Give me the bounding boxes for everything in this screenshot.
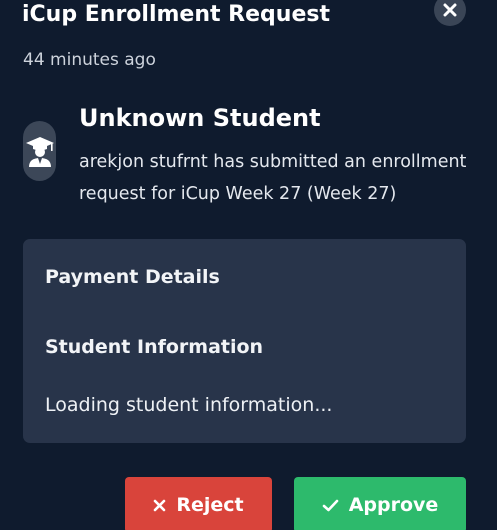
checkmark-icon xyxy=(322,499,339,512)
approve-button[interactable]: Approve xyxy=(294,477,466,530)
student-information-heading: Student Information xyxy=(45,336,264,358)
request-message: arekjon stufrnt has submitted an enrollm… xyxy=(79,152,467,204)
dialog-title: iCup Enrollment Request xyxy=(22,2,330,27)
avatar xyxy=(23,121,56,181)
close-button[interactable] xyxy=(434,0,466,26)
reject-label: Reject xyxy=(176,494,244,516)
timestamp: 44 minutes ago xyxy=(23,50,156,70)
approve-label: Approve xyxy=(348,494,439,516)
graduation-cap-icon xyxy=(25,137,54,167)
student-name: Unknown Student xyxy=(79,104,321,132)
x-icon xyxy=(153,499,166,512)
loading-status-text: Loading student information... xyxy=(45,394,333,416)
close-icon xyxy=(443,3,457,17)
payment-details-heading: Payment Details xyxy=(45,266,220,288)
details-panel: Payment Details Student Information Load… xyxy=(23,239,466,443)
reject-button[interactable]: Reject xyxy=(125,477,272,530)
